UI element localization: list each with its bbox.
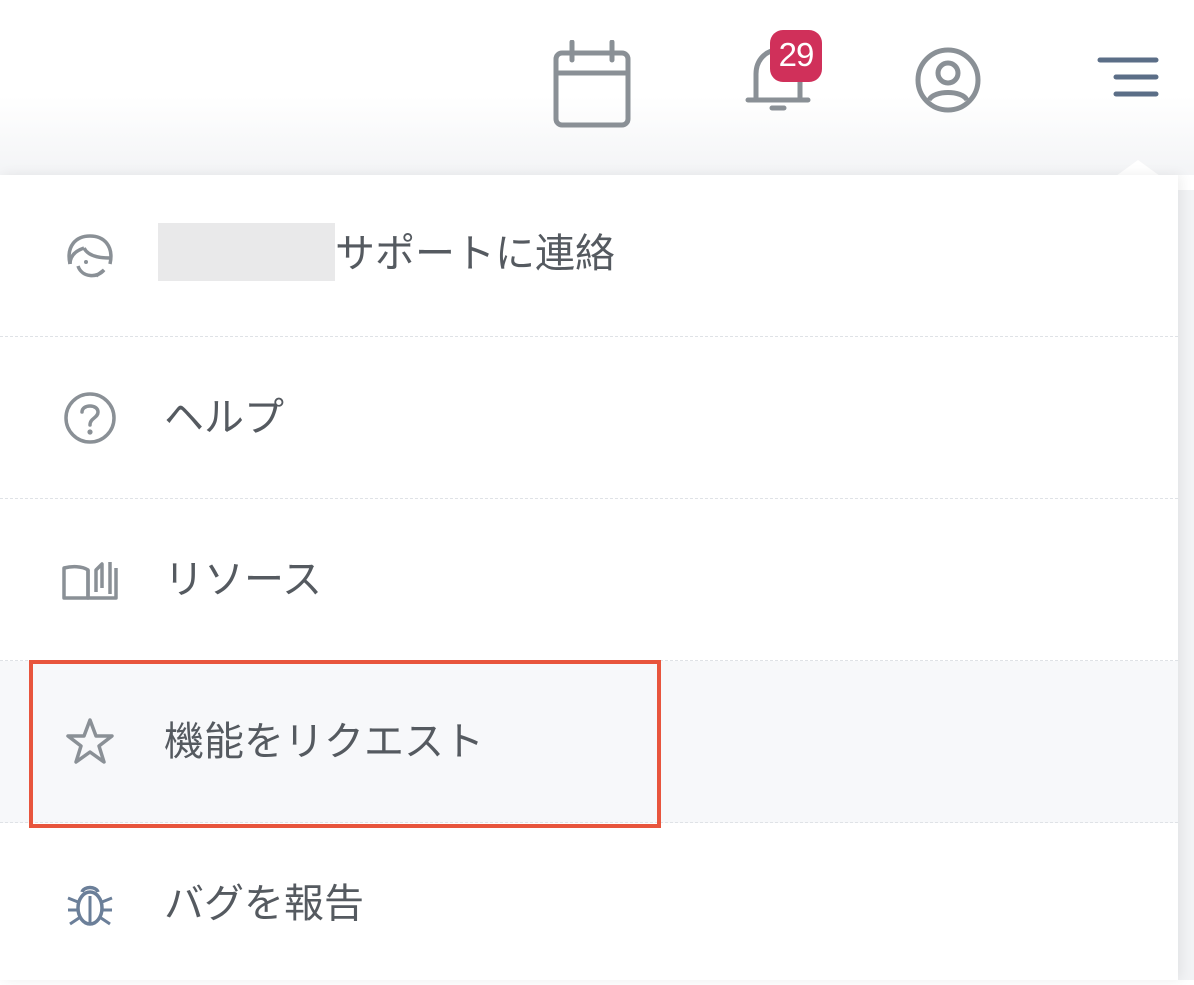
- book-icon: [62, 561, 118, 600]
- menu-item-request-feature[interactable]: 機能をリクエスト: [0, 661, 1178, 823]
- menu-item-resources[interactable]: リソース: [0, 499, 1178, 661]
- bug-icon: [67, 885, 113, 926]
- top-header: 29: [0, 0, 1194, 175]
- menu-item-label: ヘルプ: [164, 394, 284, 441]
- help-dropdown-menu: サポートに連絡 ヘルプ リソース 機能をリクエスト バグを報告: [0, 175, 1178, 980]
- menu-item-help[interactable]: ヘルプ: [0, 337, 1178, 499]
- menu-item-contact-support[interactable]: サポートに連絡: [0, 175, 1178, 337]
- star-icon: [66, 717, 114, 764]
- calendar-icon[interactable]: [552, 40, 632, 130]
- redacted-block: [158, 222, 335, 281]
- page-scroll-edge: [1178, 190, 1194, 980]
- dropdown-caret: [1116, 160, 1160, 176]
- menu-item-label: サポートに連絡: [158, 222, 615, 285]
- help-circle-icon: [64, 391, 116, 444]
- menu-item-label: 機能をリクエスト: [164, 718, 484, 765]
- menu-item-label: バグを報告: [164, 881, 364, 927]
- menu-icon[interactable]: [1094, 55, 1160, 101]
- notification-badge: 29: [770, 30, 822, 82]
- menu-item-label: リソース: [164, 556, 322, 603]
- menu-item-text: サポートに連絡: [335, 230, 615, 277]
- menu-item-report-bug[interactable]: バグを報告: [0, 823, 1178, 985]
- support-agent-icon: [67, 233, 113, 277]
- user-circle-icon[interactable]: [912, 44, 984, 116]
